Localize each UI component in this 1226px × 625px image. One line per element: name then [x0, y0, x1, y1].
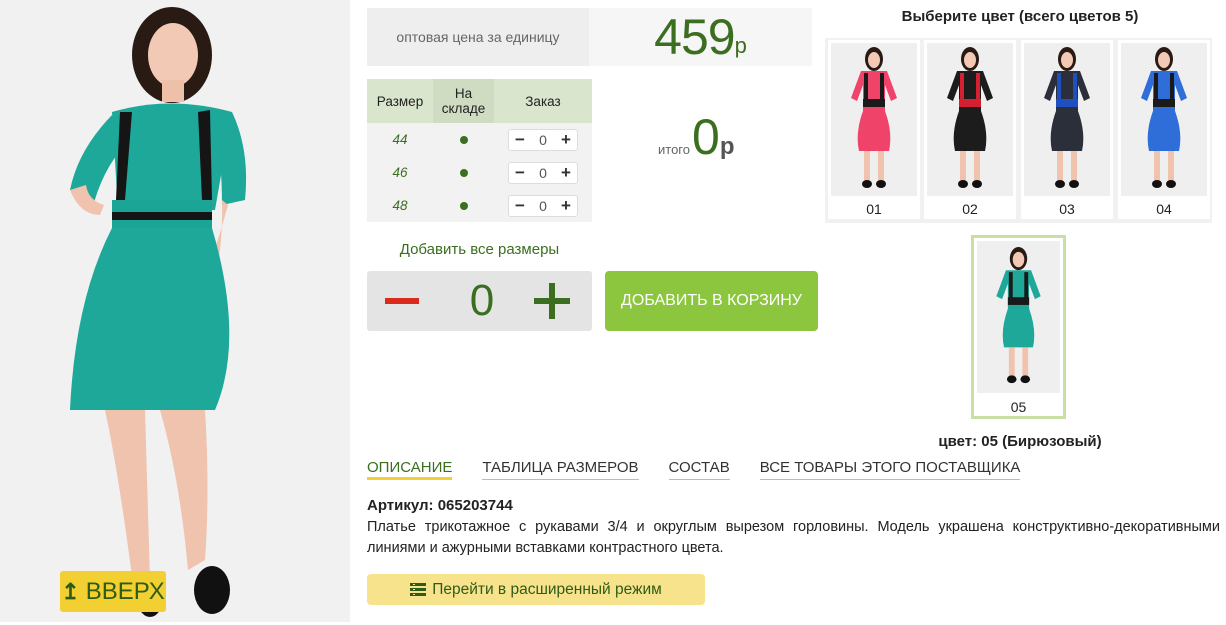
order-column-header: Заказ	[494, 79, 592, 123]
swatch-number: 01	[866, 201, 882, 217]
order-cell: − 0 +	[494, 156, 592, 189]
minus-icon[interactable]	[385, 298, 419, 304]
dress-thumbnail	[927, 43, 1013, 196]
price-value: 459	[654, 9, 735, 65]
swatch-number: 03	[1059, 201, 1075, 217]
dress-thumbnail-image	[977, 243, 1060, 391]
in-stock-dot	[433, 123, 494, 156]
list-icon	[410, 582, 427, 596]
scroll-up-button[interactable]: ↥ ВВЕРХ	[60, 571, 166, 612]
total-quantity-value[interactable]: 0	[457, 271, 507, 331]
scroll-up-label: ВВЕРХ	[85, 577, 165, 605]
size-cell: 46	[367, 156, 433, 189]
wholesale-price: 459 р	[589, 8, 812, 66]
tab-composition[interactable]: СОСТАВ	[668, 459, 730, 480]
quantity-stepper: − 0 +	[508, 194, 578, 217]
tab-description[interactable]: ОПИСАНИЕ	[367, 459, 453, 480]
decrease-button[interactable]: −	[513, 130, 527, 150]
order-cell: − 0 +	[494, 189, 592, 222]
product-description: Платье трикотажное с рукавами 3/4 и окру…	[367, 519, 1220, 556]
quantity-value[interactable]: 0	[539, 165, 547, 181]
stock-column-header: На складе	[433, 79, 494, 123]
extended-mode-label: Перейти в расширенный режим	[432, 580, 662, 598]
arrow-up-icon: ↥	[61, 578, 80, 604]
order-cell: − 0 +	[494, 123, 592, 156]
color-swatches: 01 02 03 04	[825, 38, 1212, 223]
dot-icon	[459, 169, 468, 177]
size-table: Размер На складе Заказ 44 − 0 + 46 − 0 +…	[367, 79, 592, 222]
wholesale-price-label: оптовая цена за единицу	[367, 8, 589, 66]
total-label: итого	[658, 142, 690, 157]
swatch-number: 05	[1010, 399, 1027, 415]
color-swatch-02[interactable]: 02	[924, 40, 1016, 219]
decrease-button[interactable]: −	[513, 196, 527, 216]
increase-button[interactable]: +	[559, 130, 573, 150]
product-tabs: ОПИСАНИЕ ТАБЛИЦА РАЗМЕРОВ СОСТАВ ВСЕ ТОВ…	[367, 459, 1021, 480]
color-picker-title: Выберите цвет (всего цветов 5)	[901, 8, 1139, 25]
dress-thumbnail-image	[1121, 43, 1207, 196]
quantity-value[interactable]: 0	[539, 198, 547, 214]
increase-button[interactable]: +	[559, 196, 573, 216]
selected-color-caption: цвет: 05 (Бирюзовый)	[938, 433, 1102, 450]
tab-size-chart[interactable]: ТАБЛИЦА РАЗМЕРОВ	[482, 459, 639, 480]
swatch-number: 02	[962, 201, 978, 217]
add-all-sizes-link[interactable]: Добавить все размеры	[367, 241, 592, 258]
table-row: 46 − 0 +	[367, 156, 592, 189]
quantity-stepper: − 0 +	[508, 128, 578, 151]
plus-icon[interactable]	[534, 283, 570, 319]
swatch-number: 04	[1156, 201, 1172, 217]
in-stock-dot	[433, 156, 494, 189]
table-row: 48 − 0 +	[367, 189, 592, 222]
product-photo[interactable]: ↥ ВВЕРХ	[0, 0, 350, 622]
price-currency: р	[734, 33, 747, 58]
total-quantity-stepper: 0	[367, 271, 592, 331]
increase-button[interactable]: +	[559, 163, 573, 183]
dress-thumbnail	[1024, 43, 1110, 196]
dress-thumbnail	[831, 43, 917, 196]
tab-supplier-products[interactable]: ВСЕ ТОВАРЫ ЭТОГО ПОСТАВЩИКА	[759, 459, 1021, 480]
size-cell: 48	[367, 189, 433, 222]
dress-model-image	[0, 0, 350, 622]
color-swatch-04[interactable]: 04	[1118, 40, 1210, 219]
size-column-header: Размер	[367, 79, 433, 123]
dot-icon	[459, 136, 468, 144]
in-stock-dot	[433, 189, 494, 222]
quantity-stepper: − 0 +	[508, 161, 578, 184]
order-total: итого 0 р	[658, 108, 734, 166]
color-swatch-01[interactable]: 01	[828, 40, 920, 219]
dot-icon	[459, 202, 468, 210]
table-row: 44 − 0 +	[367, 123, 592, 156]
dress-thumbnail	[1121, 43, 1207, 196]
size-cell: 44	[367, 123, 433, 156]
total-value: 0	[692, 109, 720, 165]
dress-thumbnail-image	[1024, 43, 1110, 196]
add-to-cart-button[interactable]: ДОБАВИТЬ В КОРЗИНУ	[605, 271, 818, 331]
extended-mode-button[interactable]: Перейти в расширенный режим	[367, 574, 705, 605]
color-swatch-03[interactable]: 03	[1021, 40, 1113, 219]
dress-thumbnail-image	[831, 43, 917, 196]
article-number: Артикул: 065203744	[367, 497, 513, 514]
decrease-button[interactable]: −	[513, 163, 527, 183]
dress-thumbnail	[977, 241, 1060, 393]
dress-thumbnail-image	[927, 43, 1013, 196]
total-currency: р	[719, 133, 735, 160]
quantity-value[interactable]: 0	[539, 132, 547, 148]
color-swatch-05-selected[interactable]: 05	[971, 235, 1066, 419]
